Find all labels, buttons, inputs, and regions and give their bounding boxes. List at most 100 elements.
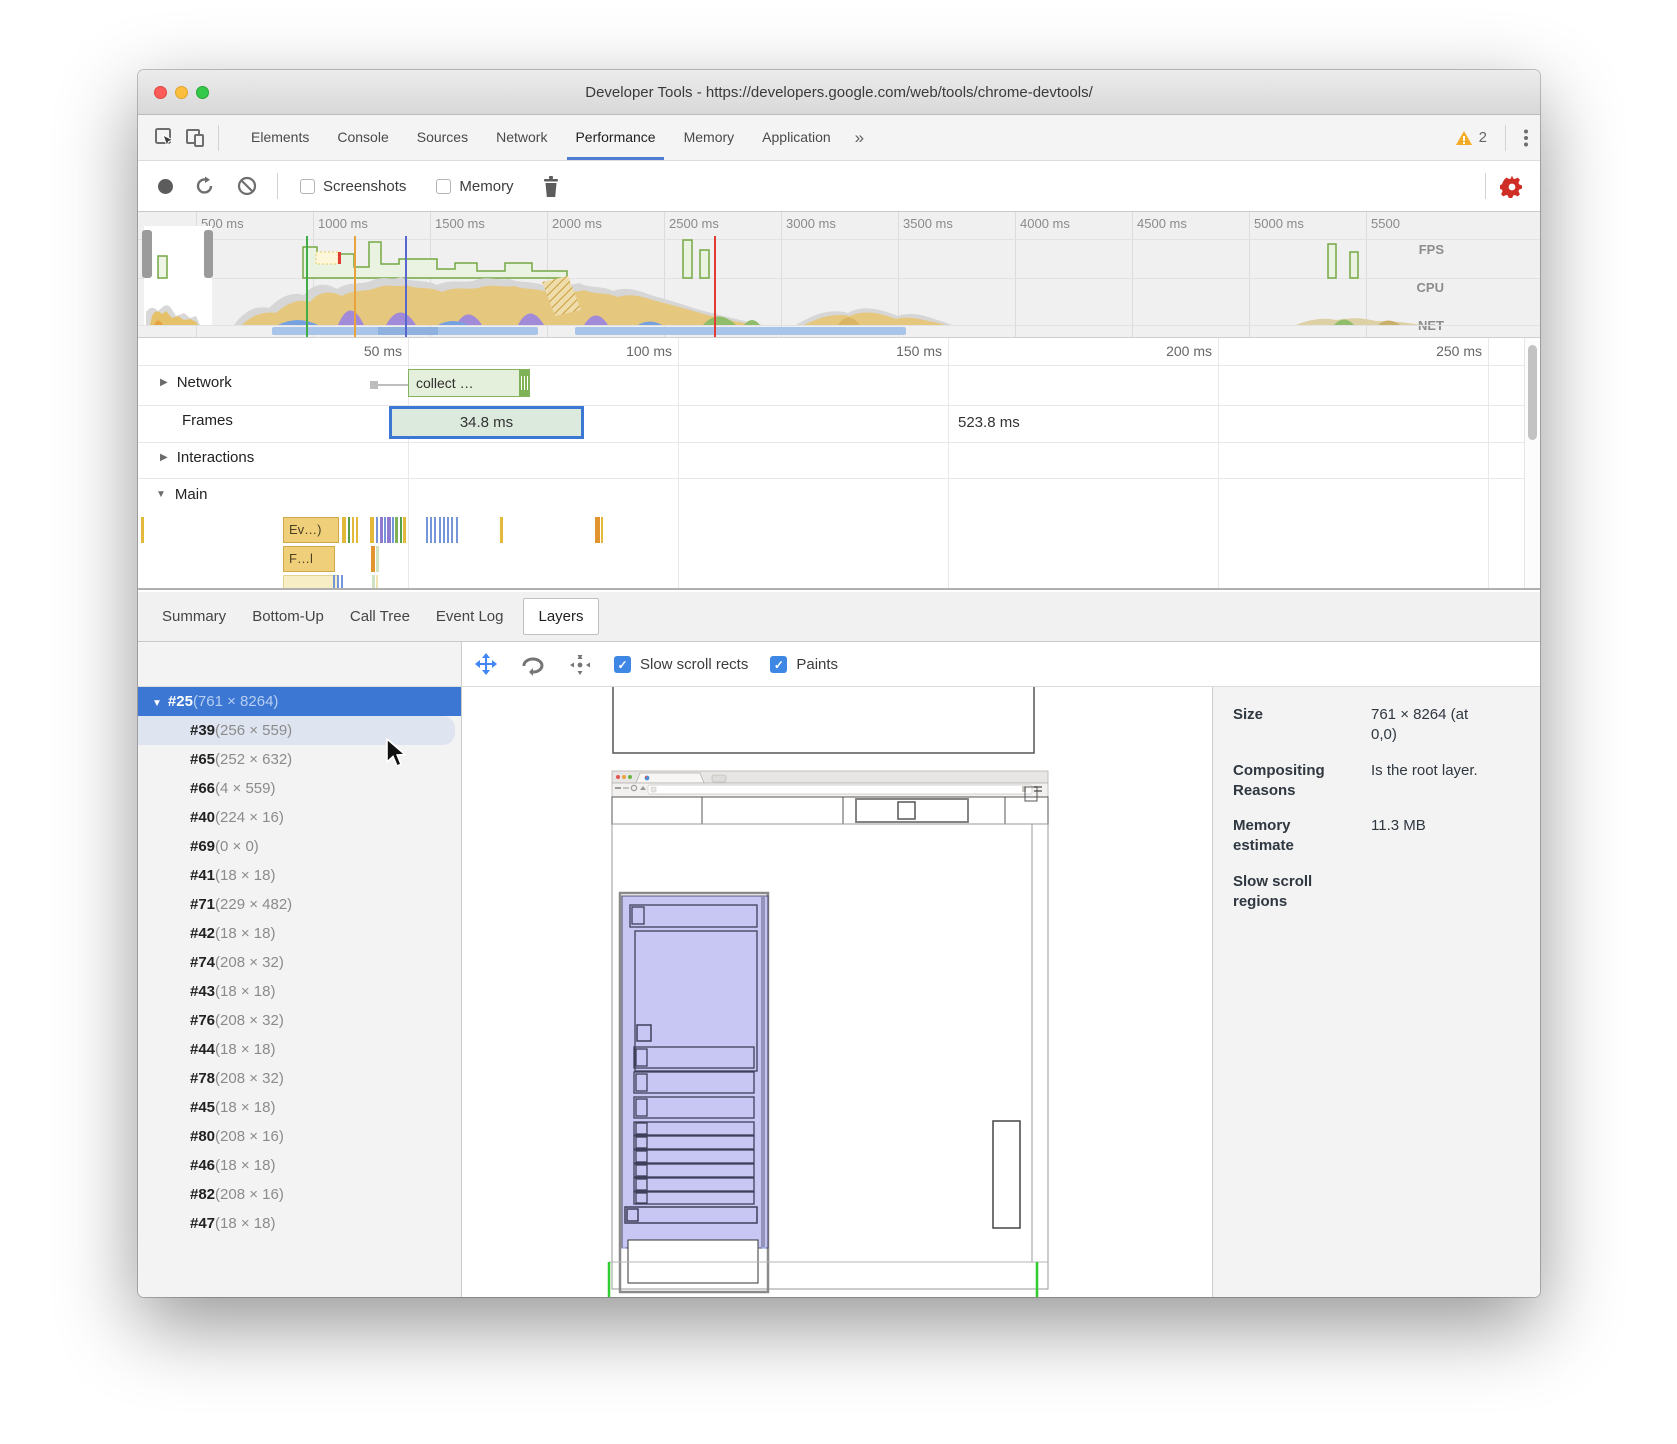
layer-tree-item[interactable]: #40(224 × 16) [138, 803, 461, 832]
garbage-collect-icon[interactable] [542, 176, 560, 197]
slow-scroll-toggle[interactable]: ✓ Slow scroll rects [614, 656, 748, 673]
main-event-tick[interactable] [384, 517, 386, 543]
layer-tree-item[interactable]: #80(208 × 16) [138, 1122, 461, 1151]
next-frame-duration[interactable]: 523.8 ms [958, 414, 1020, 431]
pan-mode-icon[interactable] [474, 653, 498, 677]
screenshots-checkbox[interactable] [300, 179, 315, 194]
device-toolbar-icon[interactable] [180, 123, 210, 153]
screenshots-toggle[interactable]: Screenshots [300, 178, 406, 195]
layer-tree-item[interactable]: #47(18 × 18) [138, 1209, 461, 1238]
frames-track-header[interactable]: Frames [182, 412, 233, 429]
layer-tree-item[interactable]: #65(252 × 632) [138, 745, 461, 774]
selection-handle-left[interactable] [142, 230, 152, 278]
inspect-element-icon[interactable] [150, 123, 180, 153]
flame-scrollbar-thumb[interactable] [1528, 345, 1537, 440]
record-button[interactable] [158, 179, 173, 194]
layer-tree-item[interactable]: #71(229 × 482) [138, 890, 461, 919]
layer-tree-item[interactable]: #78(208 × 32) [138, 1064, 461, 1093]
main-event-tick[interactable] [426, 517, 428, 543]
tab-network[interactable]: Network [482, 115, 561, 160]
main-event-tick[interactable] [601, 517, 603, 543]
layer-tree-item[interactable]: #44(18 × 18) [138, 1035, 461, 1064]
main-event-tick[interactable] [376, 575, 378, 590]
main-event-tick[interactable] [337, 575, 339, 590]
memory-toggle[interactable]: Memory [436, 178, 513, 195]
main-event-tick[interactable] [451, 517, 453, 543]
layer-tree-item[interactable]: #41(18 × 18) [138, 861, 461, 890]
main-event-tick[interactable] [371, 546, 375, 572]
clear-recording-icon[interactable] [237, 176, 257, 196]
tab-memory[interactable]: Memory [670, 115, 749, 160]
main-event-tick[interactable] [141, 517, 144, 543]
memory-checkbox[interactable] [436, 179, 451, 194]
main-event-tick[interactable] [333, 575, 335, 590]
layer-tree-item[interactable]: #43(18 × 18) [138, 977, 461, 1006]
layer-tree-item[interactable]: #69(0 × 0) [138, 832, 461, 861]
reset-view-icon[interactable] [568, 653, 592, 677]
paints-checkbox[interactable]: ✓ [770, 656, 787, 673]
layer-tree-item[interactable]: #45(18 × 18) [138, 1093, 461, 1122]
main-event-tick[interactable] [376, 517, 378, 543]
expand-right-icon[interactable]: ▶ [160, 452, 168, 463]
main-event-tick[interactable] [403, 517, 406, 543]
collapse-down-icon[interactable]: ▼ [156, 489, 166, 500]
main-event-tick[interactable] [395, 517, 398, 543]
bottom-tab-layers[interactable]: Layers [523, 598, 598, 635]
main-event-tick[interactable] [342, 517, 346, 543]
settings-gear-icon[interactable] [1500, 174, 1524, 198]
layer-tree-item[interactable]: #39(256 × 559) [138, 716, 455, 745]
main-event-tick[interactable] [352, 517, 354, 543]
layer-outline-purple[interactable] [620, 893, 768, 1292]
main-event-tick[interactable] [430, 517, 432, 543]
network-track-header[interactable]: ▶ Network [160, 374, 232, 391]
main-event-tick[interactable] [392, 517, 394, 543]
main-event-tick[interactable] [341, 575, 343, 590]
main-event-tick[interactable] [456, 517, 458, 543]
main-event-tick[interactable] [356, 517, 358, 543]
layer-tree-item[interactable]: ▼#25(761 × 8264) [138, 687, 461, 716]
main-function-bar[interactable]: F…l [283, 546, 335, 572]
rotate-mode-icon[interactable] [520, 653, 546, 677]
selection-handle-right[interactable] [204, 230, 213, 278]
main-event-tick[interactable] [387, 517, 391, 543]
main-nested-bar[interactable] [283, 575, 339, 590]
console-warnings[interactable]: 2 [1455, 129, 1487, 146]
slow-scroll-checkbox[interactable]: ✓ [614, 656, 631, 673]
bottom-tab-call-tree[interactable]: Call Tree [344, 599, 416, 634]
main-event-tick[interactable] [348, 517, 350, 543]
main-event-tick[interactable] [372, 575, 375, 590]
flame-chart[interactable]: 50 ms100 ms150 ms200 ms250 ms ▶ Network … [138, 338, 1540, 590]
tab-performance[interactable]: Performance [561, 115, 669, 160]
tab-console[interactable]: Console [323, 115, 402, 160]
interactions-track-header[interactable]: ▶ Interactions [160, 449, 254, 466]
timeline-overview[interactable]: 500 ms1000 ms1500 ms2000 ms2500 ms3000 m… [138, 212, 1540, 338]
collapse-down-icon[interactable]: ▼ [152, 698, 162, 709]
bottom-tab-event-log[interactable]: Event Log [430, 599, 510, 634]
main-event-tick[interactable] [447, 517, 449, 543]
main-event-tick[interactable] [434, 517, 436, 543]
layer-tree-item[interactable]: #76(208 × 32) [138, 1006, 461, 1035]
more-tabs-icon[interactable]: » [845, 116, 874, 160]
flame-scrollbar[interactable] [1524, 338, 1540, 590]
layer-tree-item[interactable]: #74(208 × 32) [138, 948, 461, 977]
bottom-tab-bottom-up[interactable]: Bottom-Up [246, 599, 330, 634]
main-event-tick[interactable] [380, 517, 383, 543]
kebab-menu-icon[interactable] [1524, 129, 1528, 147]
paints-toggle[interactable]: ✓ Paints [770, 656, 838, 673]
main-event-tick[interactable] [595, 517, 600, 543]
layer-tree-item[interactable]: #46(18 × 18) [138, 1151, 461, 1180]
layer-tree-item[interactable]: #42(18 × 18) [138, 919, 461, 948]
layer-3d-view[interactable] [462, 687, 1213, 1297]
tab-application[interactable]: Application [748, 115, 845, 160]
layer-tree-item[interactable]: #66(4 × 559) [138, 774, 461, 803]
main-event-tick[interactable] [439, 517, 441, 543]
main-track-header[interactable]: ▼ Main [156, 486, 207, 503]
main-event-tick[interactable] [443, 517, 445, 543]
selected-frame[interactable]: 34.8 ms [389, 406, 584, 439]
main-event-tick[interactable] [376, 546, 379, 572]
main-event-tick[interactable] [400, 517, 402, 543]
main-event-bar[interactable]: Ev…) [283, 517, 339, 543]
expand-right-icon[interactable]: ▶ [160, 377, 168, 388]
tab-elements[interactable]: Elements [237, 115, 323, 160]
main-event-tick[interactable] [500, 517, 503, 543]
